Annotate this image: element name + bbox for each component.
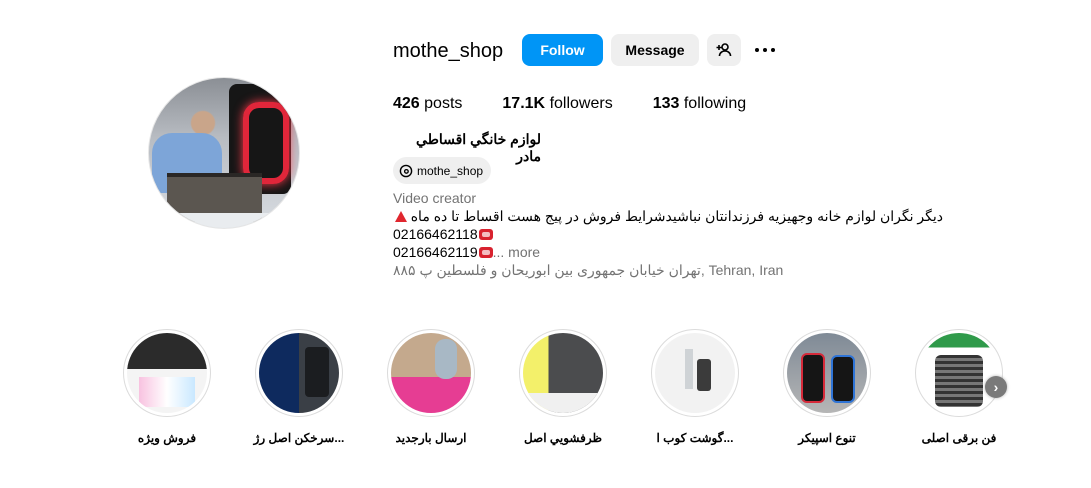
- bio-line-3: 02166462119 ... more: [393, 244, 540, 260]
- followers-stat[interactable]: 17.1K followers: [502, 95, 612, 113]
- highlight-thumbnail: [787, 333, 867, 413]
- bio-line-1: دیگر نگران لوازم خانه وجهیزیه فرزندانتان…: [393, 208, 943, 225]
- threads-handle: mothe_shop: [417, 163, 484, 178]
- posts-label: posts: [424, 95, 463, 112]
- profile-stats: 426 posts 17.1K followers 133 following: [393, 95, 786, 113]
- bio-line-2: 02166462118: [393, 226, 493, 242]
- highlight-item[interactable]: گوشت کوب ا...: [630, 329, 760, 445]
- highlight-ring: [783, 329, 871, 417]
- highlight-item[interactable]: تنوع اسپيکر: [762, 329, 892, 445]
- highlight-item[interactable]: ارسال بارجديد: [366, 329, 496, 445]
- highlight-ring: [915, 329, 1003, 417]
- posts-count: 426: [393, 95, 420, 112]
- profile-avatar[interactable]: [148, 77, 300, 229]
- threads-link[interactable]: mothe_shop: [393, 157, 492, 184]
- avatar-floor: [149, 213, 299, 228]
- highlight-item[interactable]: سرخکن اصل رژ...: [234, 329, 364, 445]
- highlight-label: سرخکن اصل رژ...: [253, 431, 345, 445]
- highlight-ring: [651, 329, 739, 417]
- username: mothe_shop: [393, 40, 504, 62]
- message-button[interactable]: Message: [611, 34, 699, 66]
- highlight-thumbnail: [523, 333, 603, 413]
- highlight-thumbnail: [655, 333, 735, 413]
- profile-category: Video creator: [393, 190, 477, 206]
- highlight-thumbnail: [127, 333, 207, 413]
- following-stat[interactable]: 133 following: [653, 95, 746, 113]
- highlight-label: ارسال بارجديد: [395, 431, 467, 445]
- highlight-label: گوشت کوب ا...: [656, 431, 734, 445]
- highlight-ring: [519, 329, 607, 417]
- profile-address[interactable]: تهران خیابان جمهوری بین ابوریحان و فلسطی…: [393, 262, 783, 279]
- add-user-icon: [716, 43, 732, 57]
- highlight-ring: [255, 329, 343, 417]
- bio-more-link[interactable]: ... more: [493, 244, 540, 260]
- chevron-right-icon[interactable]: ›: [985, 376, 1007, 398]
- highlight-thumbnail: [391, 333, 471, 413]
- threads-icon: [399, 164, 413, 177]
- highlight-ring: [123, 329, 211, 417]
- phone-number-1: 02166462118: [393, 226, 478, 242]
- suggest-similar-button[interactable]: [707, 34, 741, 66]
- highlight-item[interactable]: ظرفشويي اصل: [498, 329, 628, 445]
- highlight-label: فن برقی اصلی: [921, 431, 997, 445]
- highlight-label: تنوع اسپيکر: [798, 431, 856, 445]
- follow-button[interactable]: Follow: [522, 34, 603, 66]
- highlight-thumbnail: [919, 333, 999, 413]
- red-triangle-icon: [394, 211, 407, 222]
- telephone-icon: [478, 247, 493, 258]
- following-count: 133: [652, 95, 680, 112]
- highlight-thumbnail: [259, 333, 339, 413]
- followers-count: 17.1K: [502, 95, 546, 112]
- highlight-ring: [387, 329, 475, 417]
- more-options-button[interactable]: [750, 34, 780, 66]
- followers-label: followers: [549, 95, 613, 112]
- bio-text-1: دیگر نگران لوازم خانه وجهیزیه فرزندانتان…: [410, 208, 943, 224]
- highlight-label: ظرفشويي اصل: [523, 431, 603, 445]
- telephone-icon: [478, 229, 493, 240]
- highlight-item[interactable]: فروش ويژه: [102, 329, 232, 445]
- phone-number-2: 02166462119: [393, 244, 478, 260]
- highlight-label: فروش ويژه: [137, 431, 197, 445]
- posts-stat: 426 posts: [393, 95, 462, 113]
- more-horizontal-icon: [755, 48, 775, 52]
- following-label: following: [683, 95, 747, 112]
